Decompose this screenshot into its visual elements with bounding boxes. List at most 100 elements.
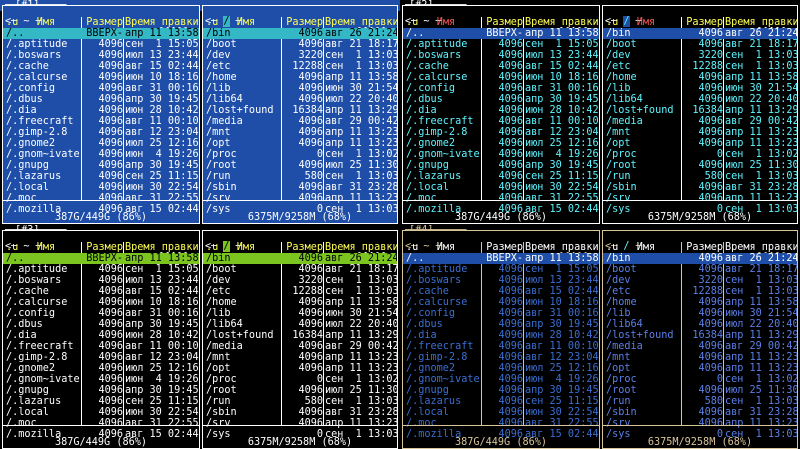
file-row[interactable]: /run 580 сен 1 13:03 xyxy=(203,171,397,182)
file-row[interactable]: /.gnom~ivate 4096 июн 4 19:26 xyxy=(3,149,199,160)
terminal-window-2[interactable]: ──────────[#2] <─ ~ ─ .[[^]]> .u Имя Раз… xyxy=(400,0,800,225)
left-file-panel[interactable]: <─ ~ ─ .[[^]]> .u Имя Размер Время правк… xyxy=(2,5,200,224)
file-row[interactable]: /media 4096 авг 29 00:42 xyxy=(203,341,397,352)
file-row[interactable]: /.local 4096 июн 30 22:54 xyxy=(403,407,599,418)
file-row[interactable]: /.gnom~ivate 4096 июн 4 19:26 xyxy=(403,149,599,160)
file-row[interactable]: /.gnome2 4096 июл 25 12:16 xyxy=(403,138,599,149)
col-size-header[interactable]: Размер xyxy=(81,242,123,253)
file-row[interactable]: /.dia 4096 июн 28 10:42 xyxy=(403,330,599,341)
file-row[interactable]: /opt 4096 апр 11 13:23 xyxy=(603,138,797,149)
file-row[interactable]: /.gimp-2.8 4096 авг 12 23:04 xyxy=(403,352,599,363)
col-mtime-header[interactable]: Время правки xyxy=(525,242,599,253)
right-file-panel[interactable]: <─ / ─ .[[^]]> .u Имя Размер Время правк… xyxy=(202,229,398,449)
file-row[interactable]: /.freecraft 4096 авг 11 00:10 xyxy=(403,341,599,352)
left-file-panel[interactable]: <─ ~ ─ .[[^]]> .u Имя Размер Время правк… xyxy=(2,229,200,449)
file-row[interactable]: /.lazarus 4096 сен 25 11:15 xyxy=(3,396,199,407)
col-name-header[interactable]: .u Имя xyxy=(6,17,80,28)
file-row[interactable]: /lib64 4096 июл 22 20:40 xyxy=(603,319,797,330)
left-file-panel[interactable]: <─ ~ ─ .[[^]]> .u Имя Размер Время правк… xyxy=(402,5,600,224)
left-file-panel[interactable]: <─ ~ ─ .[[^]]> .u Имя Размер Время правк… xyxy=(402,229,600,449)
file-row[interactable]: /.dia 4096 июн 28 10:42 xyxy=(3,105,199,116)
file-row[interactable]: /media 4096 авг 29 00:42 xyxy=(603,341,797,352)
col-name-header[interactable]: .u Имя xyxy=(606,17,680,28)
file-row[interactable]: /lib64 4096 июл 22 20:40 xyxy=(603,94,797,105)
file-row[interactable]: /run 580 сен 1 13:03 xyxy=(603,171,797,182)
file-row[interactable]: /lib64 4096 июл 22 20:40 xyxy=(203,94,397,105)
file-row[interactable]: /.gnome2 4096 июл 25 12:16 xyxy=(3,363,199,374)
file-row[interactable]: /etc 12288 сен 1 13:03 xyxy=(603,61,797,72)
col-mtime-header[interactable]: Время правки xyxy=(725,242,797,253)
col-name-header[interactable]: .u Имя xyxy=(6,242,80,253)
file-row[interactable]: /root 4096 июл 25 11:30 xyxy=(203,385,397,396)
file-row[interactable]: /lib64 4096 июл 22 20:40 xyxy=(203,319,397,330)
file-row[interactable]: /.aptitude 4096 сен 1 15:05 xyxy=(3,39,199,50)
file-row[interactable]: /.lazarus 4096 сен 25 11:15 xyxy=(3,171,199,182)
file-row[interactable]: /opt 4096 апр 11 13:23 xyxy=(203,363,397,374)
file-row[interactable]: /mnt 4096 апр 11 13:23 xyxy=(203,127,397,138)
file-row[interactable]: /bin 4096 авг 26 21:24 xyxy=(603,252,797,264)
file-row[interactable]: /bin 4096 авг 26 21:24 xyxy=(203,28,397,39)
file-row[interactable]: /lost+found 16384 апр 11 13:29 xyxy=(203,105,397,116)
file-row[interactable]: /.local 4096 июн 30 22:54 xyxy=(3,182,199,193)
col-size-header[interactable]: Размер xyxy=(681,17,723,28)
file-row[interactable]: /root 4096 июл 25 11:30 xyxy=(603,385,797,396)
col-mtime-header[interactable]: Время правки xyxy=(725,17,797,28)
file-row[interactable]: /.config 4096 авг 31 00:16 xyxy=(403,308,599,319)
terminal-window-1[interactable]: ──────────[#1] <─ ~ ─ .[[^]]> .u Имя Раз… xyxy=(0,0,400,225)
file-row[interactable]: /dev 3220 сен 1 13:03 xyxy=(203,50,397,61)
file-row[interactable]: /.calcurse 4096 июн 10 18:16 xyxy=(3,297,199,308)
file-row[interactable]: /lost+found 16384 апр 11 13:29 xyxy=(603,105,797,116)
file-row[interactable]: /mnt 4096 апр 11 13:23 xyxy=(603,352,797,363)
file-row[interactable]: /boot 4096 авг 21 18:17 xyxy=(603,264,797,275)
file-row[interactable]: /mnt 4096 апр 11 13:23 xyxy=(203,352,397,363)
file-row[interactable]: /.boswars 4096 июл 13 23:44 xyxy=(3,275,199,286)
file-row[interactable]: /media 4096 авг 29 00:42 xyxy=(203,116,397,127)
file-row[interactable]: /.. ВВЕРХ- апр 11 13:58 xyxy=(3,28,199,39)
col-size-header[interactable]: Размер xyxy=(481,17,523,28)
file-row[interactable]: /.gnome2 4096 июл 25 12:16 xyxy=(3,138,199,149)
file-row[interactable]: /.aptitude 4096 сен 1 15:05 xyxy=(403,264,599,275)
file-row[interactable]: /lost+found 16384 апр 11 13:29 xyxy=(203,330,397,341)
file-row[interactable]: /root 4096 июл 25 11:30 xyxy=(603,160,797,171)
file-row[interactable]: /.gimp-2.8 4096 авг 12 23:04 xyxy=(3,127,199,138)
col-mtime-header[interactable]: Время правки xyxy=(525,17,599,28)
col-mtime-header[interactable]: Время правки xyxy=(125,17,199,28)
col-mtime-header[interactable]: Время правки xyxy=(125,242,199,253)
file-row[interactable]: /.boswars 4096 июл 13 23:44 xyxy=(3,50,199,61)
file-row[interactable]: /dev 3220 сен 1 13:03 xyxy=(603,50,797,61)
file-row[interactable]: /run 580 сен 1 13:03 xyxy=(203,396,397,407)
col-name-header[interactable]: .u Имя xyxy=(206,17,280,28)
file-row[interactable]: /.freecraft 4096 авг 11 00:10 xyxy=(3,341,199,352)
file-row[interactable]: /.gnupg 4096 апр 30 19:45 xyxy=(403,385,599,396)
file-row[interactable]: /sbin 4096 авг 31 23:28 xyxy=(203,407,397,418)
file-row[interactable]: /.. ВВЕРХ- апр 11 13:58 xyxy=(3,252,199,264)
file-row[interactable]: /.. ВВЕРХ- апр 11 13:58 xyxy=(403,28,599,39)
file-row[interactable]: /.config 4096 авг 31 00:16 xyxy=(403,83,599,94)
file-row[interactable]: /.local 4096 июн 30 22:54 xyxy=(3,407,199,418)
file-row[interactable]: /.freecraft 4096 авг 11 00:10 xyxy=(403,116,599,127)
file-row[interactable]: /lib 4096 июн 30 21:54 xyxy=(603,83,797,94)
file-row[interactable]: /sbin 4096 авг 31 23:28 xyxy=(603,407,797,418)
file-row[interactable]: /sbin 4096 авг 31 23:28 xyxy=(603,182,797,193)
file-row[interactable]: /proc 0 сен 1 13:02 xyxy=(603,149,797,160)
file-row[interactable]: /.dbus 4096 апр 30 19:45 xyxy=(3,319,199,330)
file-row[interactable]: /lib 4096 июн 30 21:54 xyxy=(203,308,397,319)
file-row[interactable]: /bin 4096 авг 26 21:24 xyxy=(203,252,397,264)
file-row[interactable]: /home 4096 апр 11 13:58 xyxy=(603,72,797,83)
file-row[interactable]: /.gnupg 4096 апр 30 19:45 xyxy=(3,160,199,171)
col-size-header[interactable]: Размер xyxy=(281,242,323,253)
col-name-header[interactable]: .u Имя xyxy=(406,242,480,253)
file-row[interactable]: /.local 4096 июн 30 22:54 xyxy=(403,182,599,193)
file-row[interactable]: /opt 4096 апр 11 13:23 xyxy=(603,363,797,374)
col-size-header[interactable]: Размер xyxy=(481,242,523,253)
file-row[interactable]: /.gnupg 4096 апр 30 19:45 xyxy=(3,385,199,396)
file-row[interactable]: /mnt 4096 апр 11 13:23 xyxy=(603,127,797,138)
file-row[interactable]: /home 4096 апр 11 13:58 xyxy=(203,72,397,83)
file-row[interactable]: /lost+found 16384 апр 11 13:29 xyxy=(603,330,797,341)
col-size-header[interactable]: Размер xyxy=(81,17,123,28)
col-name-header[interactable]: .u Имя xyxy=(606,242,680,253)
file-row[interactable]: /.calcurse 4096 июн 10 18:16 xyxy=(403,297,599,308)
file-row[interactable]: /proc 0 сен 1 13:02 xyxy=(603,374,797,385)
col-mtime-header[interactable]: Время правки xyxy=(325,17,397,28)
file-row[interactable]: /lib 4096 июн 30 21:54 xyxy=(603,308,797,319)
